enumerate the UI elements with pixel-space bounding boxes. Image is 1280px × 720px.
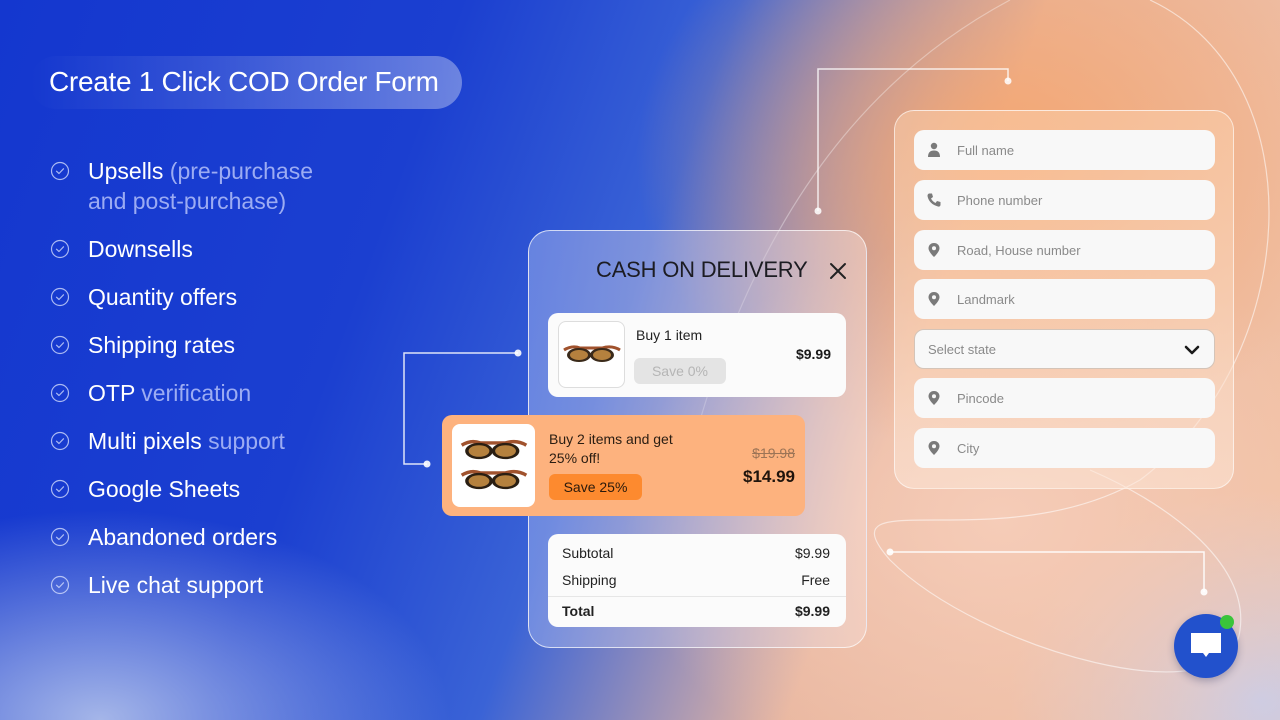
chevron-down-icon — [1184, 345, 1200, 355]
full-name-input[interactable]: Full name — [914, 130, 1215, 170]
feature-text: Google Sheets — [88, 476, 241, 502]
online-status-dot — [1220, 615, 1234, 629]
sunglasses-icon — [460, 439, 527, 459]
feature-item: Downsells — [50, 234, 313, 282]
feature-text: OTP verification — [88, 380, 252, 406]
feature-text: Quantity offers — [88, 284, 238, 310]
feature-text: Abandoned orders — [88, 524, 278, 550]
select-placeholder: Select state — [928, 341, 996, 357]
feature-item: Upsells (pre-purchase and post-purchase) — [50, 156, 313, 234]
phone-number-input[interactable]: Phone number — [914, 180, 1215, 220]
shipping-row: Shipping Free — [562, 572, 830, 588]
check-circle-icon — [50, 287, 70, 307]
input-placeholder: Full name — [957, 142, 1015, 158]
landmark-input[interactable]: Landmark — [914, 279, 1215, 319]
location-pin-icon — [928, 292, 940, 306]
sunglasses-icon — [562, 344, 621, 362]
order-summary: Subtotal $9.99 Shipping Free Total $9.99 — [548, 534, 846, 627]
location-pin-icon — [928, 391, 940, 405]
road-house-number-input[interactable]: Road, House number — [914, 230, 1215, 270]
check-circle-icon — [50, 239, 70, 259]
product-thumbnail — [558, 321, 625, 388]
feature-text: Live chat support — [88, 572, 264, 598]
total-row: Total $9.99 — [562, 603, 830, 619]
check-circle-icon — [50, 161, 70, 181]
user-icon — [928, 142, 940, 157]
pincode-input[interactable]: Pincode — [914, 378, 1215, 418]
offer-option-1[interactable]: Buy 1 item Save 0% $9.99 — [548, 313, 846, 397]
check-circle-icon — [50, 575, 70, 595]
sunglasses-icon — [460, 469, 527, 489]
product-thumbnail — [452, 424, 535, 507]
check-circle-icon — [50, 527, 70, 547]
input-placeholder: City — [957, 440, 980, 456]
subtotal-row: Subtotal $9.99 — [562, 545, 830, 561]
feature-item: Google Sheets — [50, 474, 313, 522]
feature-text: Downsells — [88, 236, 193, 262]
check-circle-icon — [50, 335, 70, 355]
input-placeholder: Pincode — [957, 390, 1004, 406]
offer-price: $9.99 — [795, 346, 831, 362]
feature-item: Live chat support — [50, 570, 313, 618]
feature-item: Shipping rates — [50, 330, 313, 378]
feature-text: Shipping rates — [88, 332, 236, 358]
offer-label: Buy 2 items and get 25% off! — [549, 431, 673, 466]
offer-option-2[interactable]: Buy 2 items and get 25% off! Save 25% $1… — [442, 415, 805, 516]
phone-icon — [927, 193, 941, 207]
location-pin-icon — [928, 441, 940, 455]
cod-title: CASH ON DELIVERY — [596, 257, 808, 282]
state-select[interactable]: Select state — [914, 329, 1215, 369]
city-input[interactable]: City — [914, 428, 1215, 468]
shipping-value: Free — [801, 572, 830, 588]
feature-text: Multi pixels support — [88, 428, 285, 454]
close-button[interactable] — [826, 259, 850, 283]
feature-item: Quantity offers — [50, 282, 313, 330]
subtotal-label: Subtotal — [562, 545, 614, 561]
page-title: Create 1 Click COD Order Form — [49, 66, 439, 97]
input-placeholder: Landmark — [957, 291, 1015, 307]
input-placeholder: Phone number — [957, 192, 1043, 208]
offer-label: Buy 1 item — [636, 327, 703, 343]
check-circle-icon — [50, 431, 70, 451]
chat-bubble-icon — [1191, 633, 1221, 657]
close-icon — [830, 263, 846, 279]
subtotal-value: $9.99 — [794, 545, 830, 561]
original-price: $19.98 — [752, 445, 795, 461]
save-badge: Save 0% — [634, 358, 726, 384]
offer-price: $14.99 — [743, 467, 795, 486]
feature-list: Upsells (pre-purchase and post-purchase) D… — [50, 156, 313, 618]
shipping-label: Shipping — [562, 572, 617, 588]
total-label: Total — [562, 603, 595, 619]
feature-item: OTP verification — [50, 378, 313, 426]
feature-item: Multi pixels support — [50, 426, 313, 474]
save-badge: Save 25% — [549, 474, 642, 500]
feature-item: Abandoned orders — [50, 522, 313, 570]
total-value: $9.99 — [794, 603, 830, 619]
feature-text: Upsells (pre-purchase and post-purchase) — [88, 158, 313, 214]
divider — [548, 596, 846, 597]
location-pin-icon — [928, 243, 940, 257]
input-placeholder: Road, House number — [957, 242, 1081, 258]
check-circle-icon — [50, 479, 70, 499]
check-circle-icon — [50, 383, 70, 403]
